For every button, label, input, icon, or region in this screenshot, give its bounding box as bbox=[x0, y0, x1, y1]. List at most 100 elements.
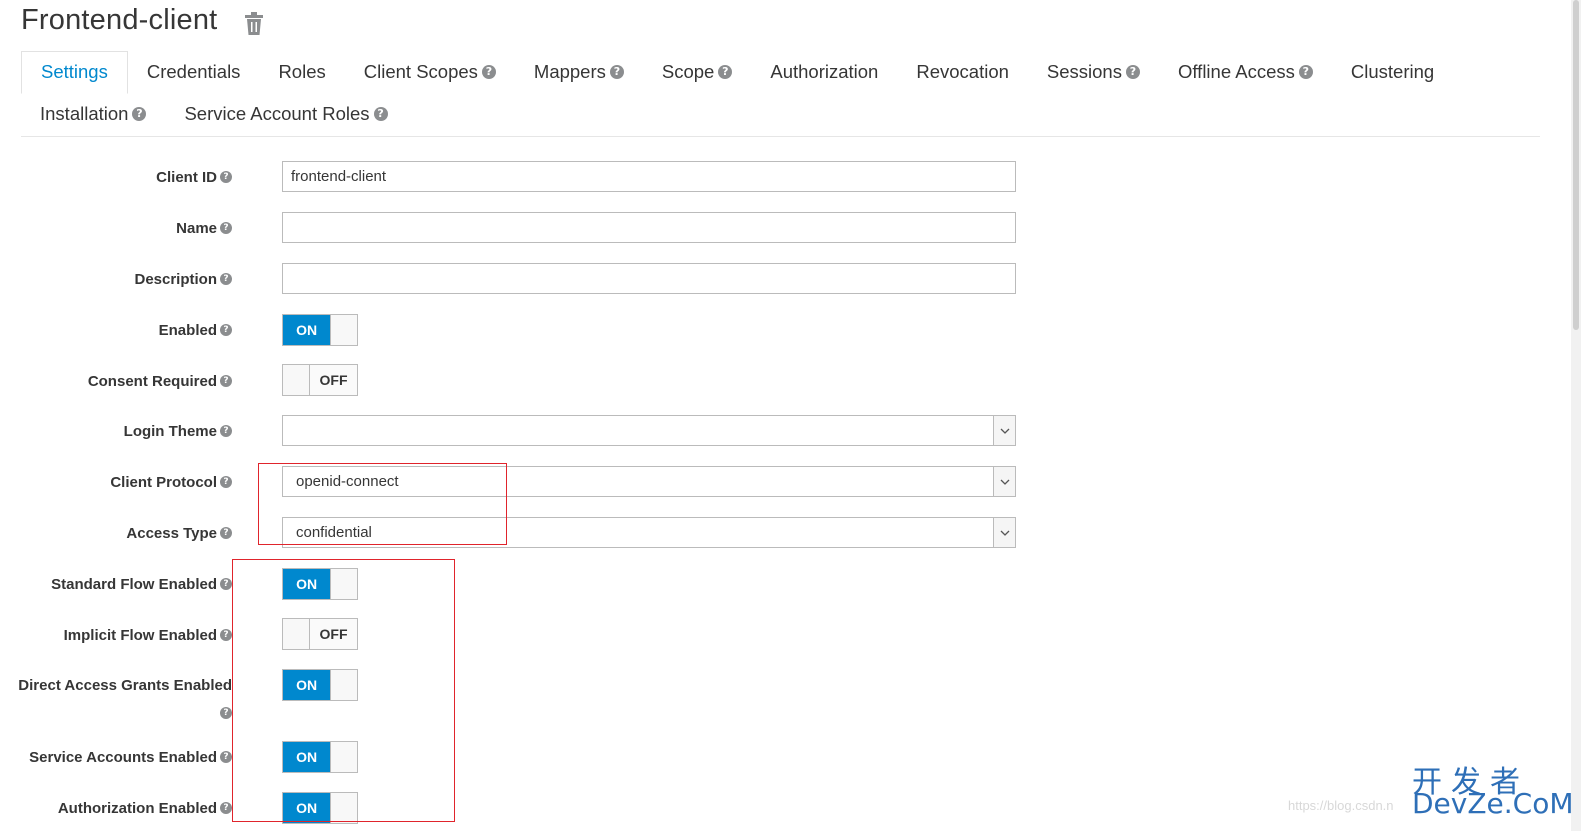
help-icon[interactable]: ? bbox=[1298, 65, 1313, 79]
tab-scope[interactable]: Scope? bbox=[643, 51, 751, 93]
name-input[interactable] bbox=[282, 212, 1016, 243]
tab-label: Offline Access bbox=[1177, 61, 1295, 82]
toggle-on-label: ON bbox=[283, 315, 331, 345]
help-icon[interactable]: ? bbox=[220, 425, 232, 437]
implicit-flow-toggle[interactable]: OFF bbox=[282, 618, 358, 650]
help-icon[interactable]: ? bbox=[718, 65, 733, 79]
tab-label: Service Account Roles bbox=[184, 103, 370, 124]
tab-revocation[interactable]: Revocation bbox=[897, 51, 1028, 93]
tab-label: Mappers bbox=[533, 61, 606, 82]
chevron-down-icon[interactable] bbox=[993, 467, 1015, 496]
tab-offline-access[interactable]: Offline Access? bbox=[1159, 51, 1332, 93]
watermark-url: https://blog.csdn.n bbox=[1288, 798, 1394, 813]
help-icon[interactable]: ? bbox=[220, 273, 232, 285]
toggle-knob bbox=[330, 793, 357, 823]
access-type-select[interactable]: confidential bbox=[282, 517, 1016, 548]
toggle-off-label: OFF bbox=[310, 365, 357, 395]
tab-label: Settings bbox=[41, 61, 108, 82]
tab-service-account-roles[interactable]: Service Account Roles? bbox=[165, 93, 406, 135]
tab-label: Roles bbox=[278, 61, 326, 82]
name-label: Name? bbox=[176, 218, 232, 238]
toggle-on-label: ON bbox=[283, 793, 331, 823]
service-accounts-toggle[interactable]: ON bbox=[282, 741, 358, 773]
help-icon[interactable]: ? bbox=[220, 375, 232, 387]
tab-label: Clustering bbox=[1350, 61, 1435, 82]
tab-row-1: Settings Credentials Roles Client Scopes? Ma… bbox=[21, 50, 1453, 94]
help-icon[interactable]: ? bbox=[1125, 65, 1140, 79]
client-id-label: Client ID? bbox=[156, 167, 232, 187]
help-icon[interactable]: ? bbox=[220, 707, 232, 719]
enabled-label: Enabled? bbox=[159, 320, 232, 340]
tab-authorization[interactable]: Authorization bbox=[751, 51, 897, 93]
tab-label: Credentials bbox=[146, 61, 241, 82]
trash-icon[interactable] bbox=[244, 12, 264, 36]
help-icon[interactable]: ? bbox=[220, 222, 232, 234]
toggle-knob bbox=[330, 742, 357, 772]
description-input[interactable] bbox=[282, 263, 1016, 294]
authorization-toggle[interactable]: ON bbox=[282, 792, 358, 824]
direct-access-toggle[interactable]: ON bbox=[282, 669, 358, 701]
tab-label: Client Scopes bbox=[363, 61, 478, 82]
access-type-label: Access Type? bbox=[126, 523, 232, 543]
client-id-input[interactable]: frontend-client bbox=[282, 161, 1016, 192]
client-protocol-label: Client Protocol? bbox=[110, 472, 232, 492]
watermark-logo: DevZe.CoM bbox=[1412, 787, 1574, 820]
toggle-on-label: ON bbox=[283, 670, 331, 700]
tab-roles[interactable]: Roles bbox=[259, 51, 344, 93]
login-theme-label: Login Theme? bbox=[124, 421, 232, 441]
help-icon[interactable]: ? bbox=[132, 107, 147, 121]
chevron-down-icon[interactable] bbox=[993, 416, 1015, 445]
tab-row-2: Installation? Service Account Roles? bbox=[21, 93, 407, 135]
description-label: Description? bbox=[134, 269, 232, 289]
toggle-knob bbox=[330, 569, 357, 599]
client-protocol-select[interactable]: openid-connect bbox=[282, 466, 1016, 497]
help-icon[interactable]: ? bbox=[220, 476, 232, 488]
scrollbar-thumb[interactable] bbox=[1573, 0, 1579, 330]
help-icon[interactable]: ? bbox=[609, 65, 624, 79]
consent-required-label: Consent Required? bbox=[88, 371, 232, 391]
toggle-off-label: OFF bbox=[310, 619, 357, 649]
tab-credentials[interactable]: Credentials bbox=[128, 51, 260, 93]
help-icon[interactable]: ? bbox=[220, 751, 232, 763]
tab-label: Authorization bbox=[770, 61, 879, 82]
help-icon[interactable]: ? bbox=[373, 107, 388, 121]
scrollbar[interactable] bbox=[1571, 0, 1581, 831]
tab-label: Installation bbox=[40, 103, 129, 124]
help-icon[interactable]: ? bbox=[220, 802, 232, 814]
tab-sessions[interactable]: Sessions? bbox=[1028, 51, 1159, 93]
tab-label: Revocation bbox=[916, 61, 1009, 82]
enabled-toggle[interactable]: ON bbox=[282, 314, 358, 346]
standard-flow-toggle[interactable]: ON bbox=[282, 568, 358, 600]
toggle-knob bbox=[330, 670, 357, 700]
toggle-knob bbox=[330, 315, 357, 345]
authorization-label: Authorization Enabled? bbox=[58, 798, 232, 818]
login-theme-select[interactable] bbox=[282, 415, 1016, 446]
client-protocol-value: openid-connect bbox=[296, 473, 399, 490]
help-icon[interactable]: ? bbox=[220, 324, 232, 336]
tab-bar: Settings Credentials Roles Client Scopes? Ma… bbox=[21, 50, 1540, 137]
toggle-on-label: ON bbox=[283, 569, 331, 599]
direct-access-label: Direct Access Grants Enabled? bbox=[18, 677, 232, 719]
toggle-knob bbox=[283, 365, 310, 395]
standard-flow-label: Standard Flow Enabled? bbox=[51, 574, 232, 594]
toggle-knob bbox=[283, 619, 310, 649]
implicit-flow-label: Implicit Flow Enabled? bbox=[64, 625, 232, 645]
tab-clustering[interactable]: Clustering bbox=[1332, 51, 1453, 93]
page-title: Frontend-client bbox=[21, 4, 218, 36]
consent-required-toggle[interactable]: OFF bbox=[282, 364, 358, 396]
tab-client-scopes[interactable]: Client Scopes? bbox=[345, 51, 515, 93]
help-icon[interactable]: ? bbox=[220, 629, 232, 641]
help-icon[interactable]: ? bbox=[220, 578, 232, 590]
tab-installation[interactable]: Installation? bbox=[21, 93, 165, 135]
tab-label: Sessions bbox=[1046, 61, 1122, 82]
access-type-value: confidential bbox=[296, 524, 372, 541]
tab-label: Scope bbox=[661, 61, 715, 82]
service-accounts-label: Service Accounts Enabled? bbox=[29, 747, 232, 767]
help-icon[interactable]: ? bbox=[481, 65, 496, 79]
toggle-on-label: ON bbox=[283, 742, 331, 772]
chevron-down-icon[interactable] bbox=[993, 518, 1015, 547]
help-icon[interactable]: ? bbox=[220, 171, 232, 183]
help-icon[interactable]: ? bbox=[220, 527, 232, 539]
tab-settings[interactable]: Settings bbox=[21, 50, 128, 94]
tab-mappers[interactable]: Mappers? bbox=[515, 51, 643, 93]
